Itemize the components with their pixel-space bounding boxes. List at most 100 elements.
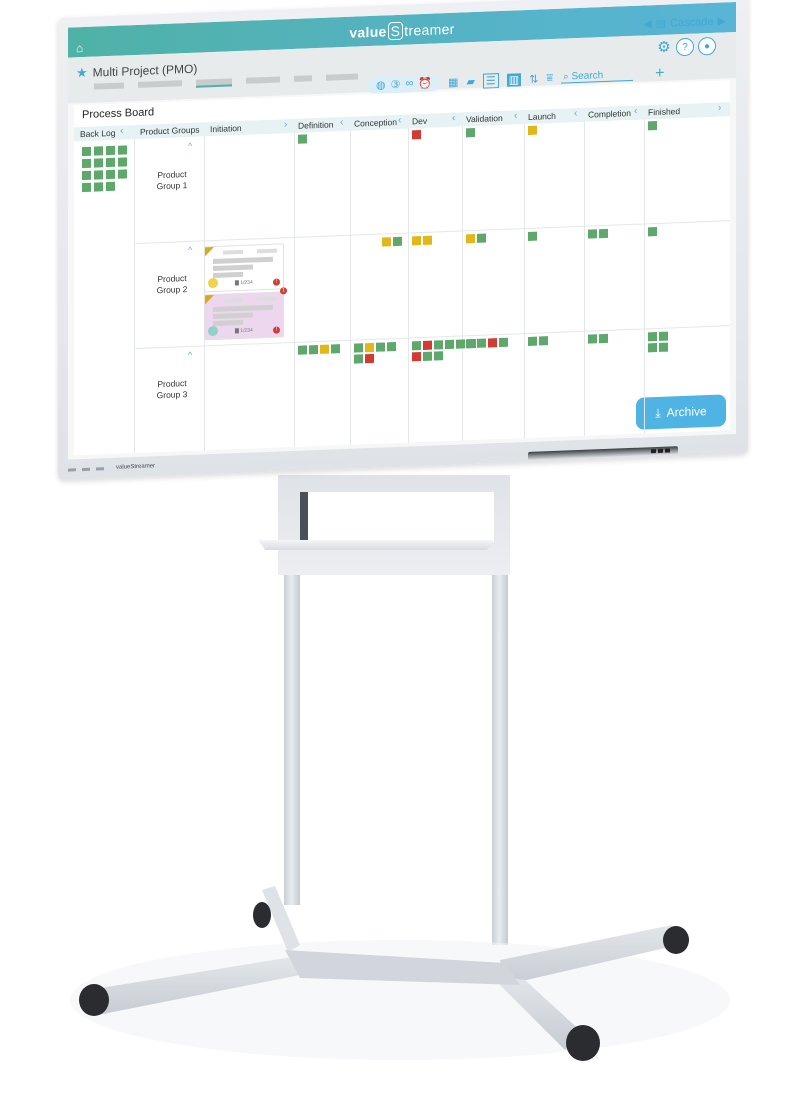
status-tile[interactable] [477,233,486,243]
status-tile[interactable] [309,345,318,355]
tab-active[interactable] [196,78,232,88]
backlog-tile[interactable] [106,181,115,192]
status-tile[interactable] [412,130,421,140]
backlog-tile[interactable] [106,145,115,156]
count-badge-icon[interactable]: ③ [391,77,401,90]
status-tile[interactable] [412,352,421,362]
backlog-tile[interactable] [94,170,103,180]
status-tile[interactable] [423,340,432,350]
chevron-right-icon[interactable]: › [284,119,287,130]
status-tile[interactable] [412,236,421,246]
status-tile[interactable] [588,229,597,239]
tab[interactable] [326,73,358,81]
backlog-tile[interactable] [94,182,103,192]
status-tile[interactable] [648,120,657,131]
tray-button[interactable] [651,449,656,454]
status-tile[interactable] [528,125,537,135]
status-tile[interactable] [528,231,537,241]
status-tile[interactable] [466,127,475,138]
tab[interactable] [94,82,124,90]
status-tile[interactable] [648,342,657,353]
status-tile[interactable] [354,354,363,364]
task-card[interactable]: ▇ 1/234! [204,243,284,293]
status-tile[interactable] [445,339,454,350]
status-tile[interactable] [648,226,657,237]
user-icon[interactable]: ● [698,36,716,56]
status-tile[interactable] [382,237,391,247]
bezel-button[interactable] [68,467,76,472]
status-tile[interactable] [412,341,421,351]
backlog-tile[interactable] [118,169,127,179]
list-view-icon[interactable]: ☰ [482,72,499,89]
bezel-button[interactable] [82,467,90,471]
chevron-left-icon[interactable]: ‹ [634,106,637,117]
collapse-icon[interactable]: ^ [188,245,192,255]
backlog-tile[interactable] [94,158,103,168]
status-tile[interactable] [365,342,374,353]
sort-icon[interactable]: ⇅ [529,72,538,85]
home-icon[interactable]: ⌂ [76,41,83,55]
chevron-left-icon[interactable]: ‹ [398,115,401,126]
backlog-tile[interactable] [82,182,91,193]
status-tile[interactable] [588,334,597,344]
grid-view-icon[interactable]: ▦ [448,75,458,88]
status-tile[interactable] [423,351,432,361]
gear-icon[interactable]: ⚙ [656,39,672,57]
status-tile[interactable] [477,338,486,348]
archive-button[interactable]: ⤓ Archive [636,394,726,430]
status-tile[interactable] [488,338,497,348]
tab[interactable] [138,80,182,88]
status-tile[interactable] [354,343,363,353]
tray-button[interactable] [658,448,663,453]
chevron-left-icon[interactable]: ‹ [514,110,517,121]
tray-button[interactable] [665,448,670,453]
status-tile[interactable] [466,338,475,349]
next-arrow-icon[interactable]: ▶ [718,14,726,27]
status-tile[interactable] [528,336,537,346]
backlog-tile[interactable] [118,157,127,167]
status-tile[interactable] [499,337,508,348]
add-button[interactable]: + [655,65,664,83]
help-icon[interactable]: ? [676,37,694,57]
status-tile[interactable] [599,228,608,239]
collapse-icon[interactable]: ^ [188,141,192,151]
prev-arrow-icon[interactable]: ◀ [643,17,651,30]
backlog-tile[interactable] [106,169,115,180]
status-tile[interactable] [659,331,668,341]
backlog-tile[interactable] [82,170,91,181]
backlog-tile[interactable] [118,145,127,155]
alarm-icon[interactable]: ⏰ [418,76,432,90]
status-tile[interactable] [320,344,329,354]
task-card[interactable]: ▇ 1/234! [204,291,284,341]
filter-icon[interactable]: ⩸ [546,71,553,84]
tab[interactable] [246,76,280,84]
chevron-left-icon[interactable]: ‹ [120,125,123,136]
status-tile[interactable] [423,235,432,245]
cascade-nav[interactable]: ◀ ▤ Cascade ▶ [643,14,726,30]
status-tile[interactable] [456,339,465,349]
status-tile[interactable] [434,340,443,350]
status-tile[interactable] [331,344,340,354]
status-tile[interactable] [393,236,402,247]
status-tile[interactable] [599,333,608,344]
globe-icon[interactable]: ◍ [376,78,386,91]
status-tile[interactable] [659,342,668,352]
chevron-right-icon[interactable]: › [718,103,721,114]
backlog-tile[interactable] [106,157,115,168]
infinity-icon[interactable]: ∞ [405,77,413,90]
backlog-tile[interactable] [82,158,91,169]
chevron-left-icon[interactable]: ‹ [340,117,343,128]
chevron-left-icon[interactable]: ‹ [574,108,577,119]
bezel-button[interactable] [96,466,104,471]
status-tile[interactable] [648,331,657,342]
star-icon[interactable]: ★ [76,65,88,81]
status-tile[interactable] [434,351,443,361]
columns-view-icon[interactable]: ▥ [506,72,522,87]
board-view-icon[interactable]: ▰ [466,74,474,87]
backlog-tile[interactable] [82,146,91,157]
collapse-icon[interactable]: ^ [188,350,192,360]
status-tile[interactable] [376,342,385,352]
status-tile[interactable] [365,353,374,364]
backlog-tile[interactable] [94,146,103,156]
status-tile[interactable] [298,345,307,355]
